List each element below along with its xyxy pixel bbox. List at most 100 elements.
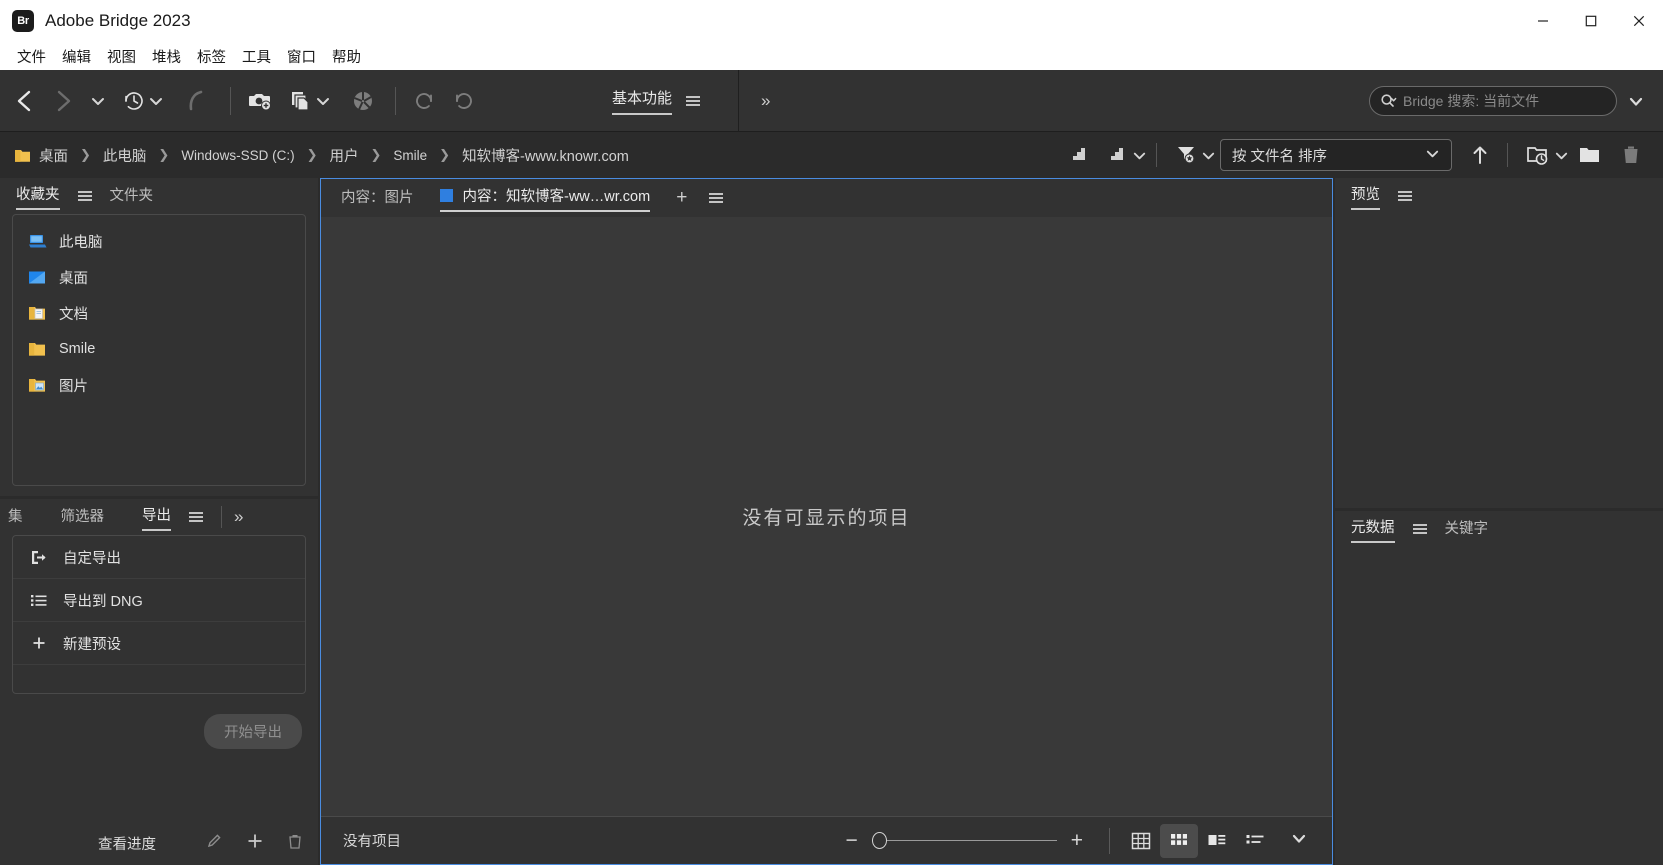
camera-raw-button[interactable] bbox=[339, 70, 383, 132]
breadcrumb-separator: ❯ bbox=[370, 147, 382, 162]
search-options-chevron-icon[interactable] bbox=[1627, 92, 1645, 110]
menu-stacks[interactable]: 堆栈 bbox=[145, 43, 188, 70]
new-folder-button[interactable] bbox=[1569, 135, 1611, 175]
breadcrumb-folder-icon bbox=[14, 148, 31, 163]
recent-folders-button[interactable] bbox=[1517, 135, 1554, 175]
get-photos-from-camera-button[interactable] bbox=[239, 70, 281, 132]
content-tab-label: 内容：图片 bbox=[341, 189, 414, 206]
breadcrumb-item-3[interactable]: 用户 bbox=[329, 145, 358, 166]
sidebar-item-documents[interactable]: 文档 bbox=[13, 295, 305, 331]
tab-favorites[interactable]: 收藏夹 bbox=[16, 183, 60, 210]
toolbar-separator-1 bbox=[230, 86, 231, 115]
recent-folder-chevron-icon[interactable] bbox=[1554, 148, 1569, 163]
empty-state-message: 没有可显示的项目 bbox=[742, 508, 911, 529]
rating-filter-button[interactable] bbox=[1059, 135, 1099, 175]
export-row-new-preset[interactable]: 新建预设 bbox=[13, 622, 305, 665]
export-footer: 开始导出 bbox=[0, 704, 318, 749]
batch-rename-button[interactable] bbox=[281, 70, 315, 132]
export-overflow-button[interactable]: » bbox=[234, 507, 244, 527]
batch-dropdown-button[interactable] bbox=[315, 70, 339, 132]
menu-label[interactable]: 标签 bbox=[190, 43, 233, 70]
active-tab-marker bbox=[439, 188, 453, 202]
rating-dropdown-chevron-icon[interactable] bbox=[1132, 148, 1147, 163]
zoom-out-button[interactable]: − bbox=[831, 830, 871, 851]
menu-file[interactable]: 文件 bbox=[10, 43, 53, 70]
close-button[interactable] bbox=[1615, 0, 1663, 42]
breadcrumb-item-1[interactable]: 此电脑 bbox=[103, 145, 147, 166]
favorites-menu-icon[interactable] bbox=[77, 191, 92, 201]
tab-folders[interactable]: 文件夹 bbox=[110, 184, 154, 209]
navigation-dropdown-button[interactable] bbox=[82, 70, 114, 132]
rotate-clockwise-button[interactable] bbox=[444, 70, 484, 132]
view-options-button[interactable] bbox=[1274, 829, 1318, 852]
preview-menu-icon[interactable] bbox=[1398, 191, 1412, 201]
sidebar-item-smile[interactable]: Smile bbox=[13, 331, 305, 367]
workspace-overflow-button[interactable]: » bbox=[739, 91, 791, 111]
history-dropdown-button[interactable] bbox=[148, 70, 172, 132]
add-content-tab-button[interactable]: + bbox=[676, 187, 687, 209]
list-view-button[interactable] bbox=[1236, 824, 1274, 858]
tab-metadata[interactable]: 元数据 bbox=[1351, 516, 1395, 543]
content-tab-zhiruan[interactable]: 内容：知软博客-ww…wr.com bbox=[439, 185, 651, 212]
minimize-button[interactable] bbox=[1519, 0, 1567, 42]
slider-thumb[interactable] bbox=[871, 832, 887, 849]
recent-history-button[interactable] bbox=[114, 70, 148, 132]
lock-thumbnail-grid-button[interactable] bbox=[1122, 824, 1160, 858]
menu-view[interactable]: 视图 bbox=[100, 43, 143, 70]
forward-button[interactable] bbox=[44, 70, 82, 132]
add-preset-icon[interactable] bbox=[246, 832, 264, 855]
workspace-menu-icon[interactable] bbox=[686, 96, 701, 106]
tab-collections[interactable]: 集 bbox=[8, 505, 23, 530]
filter-chevron-icon[interactable] bbox=[1201, 148, 1216, 163]
get-photos-camera-icon bbox=[249, 93, 271, 110]
sidebar-item-label: 桌面 bbox=[59, 270, 88, 287]
menu-help[interactable]: 帮助 bbox=[325, 43, 368, 70]
go-up-button[interactable] bbox=[1462, 135, 1498, 175]
menu-edit[interactable]: 编辑 bbox=[55, 43, 98, 70]
menu-window[interactable]: 窗口 bbox=[280, 43, 323, 70]
content-tab-pictures[interactable]: 内容：图片 bbox=[341, 186, 414, 211]
tab-keywords[interactable]: 关键字 bbox=[1445, 517, 1489, 542]
user-folder-icon bbox=[27, 340, 47, 358]
content-thumbnail-area[interactable]: 没有可显示的项目 bbox=[321, 217, 1332, 816]
search-zone: Bridge 搜索: 当前文件 bbox=[1369, 70, 1645, 132]
search-input[interactable]: Bridge 搜索: 当前文件 bbox=[1369, 86, 1617, 116]
sidebar-item-desktop[interactable]: 桌面 bbox=[13, 259, 305, 295]
details-view-button[interactable] bbox=[1198, 824, 1236, 858]
sort-dropdown[interactable]: 按 文件名 排序 bbox=[1220, 139, 1452, 171]
tab-export[interactable]: 导出 bbox=[142, 504, 171, 531]
maximize-button[interactable] bbox=[1567, 0, 1615, 42]
rating-filter-menu-button[interactable] bbox=[1099, 135, 1132, 175]
menu-tools[interactable]: 工具 bbox=[235, 43, 278, 70]
filter-button[interactable] bbox=[1166, 135, 1201, 175]
breadcrumb-separator: ❯ bbox=[158, 147, 170, 162]
start-export-button[interactable]: 开始导出 bbox=[204, 714, 302, 749]
export-menu-icon[interactable] bbox=[189, 512, 203, 522]
grid-view-button[interactable] bbox=[1160, 823, 1198, 858]
zoom-in-button[interactable]: + bbox=[1057, 830, 1097, 851]
edit-preset-icon[interactable] bbox=[206, 832, 224, 855]
sidebar-item-this-pc[interactable]: 此电脑 bbox=[13, 223, 305, 259]
metadata-menu-icon[interactable] bbox=[1412, 524, 1427, 534]
rotate-counterclockwise-button[interactable] bbox=[404, 70, 444, 132]
list-view-icon bbox=[1246, 834, 1264, 843]
delete-button[interactable] bbox=[1611, 135, 1651, 175]
export-row-dng[interactable]: 导出到 DNG bbox=[13, 579, 305, 622]
back-button[interactable] bbox=[0, 70, 44, 132]
breadcrumb-item-2[interactable]: Windows-SSD (C:) bbox=[181, 148, 294, 163]
adobe-bridge-window: Br Adobe Bridge 2023 文件 编辑 视图 堆栈 标签 工具 窗… bbox=[0, 0, 1663, 865]
breadcrumb-item-0[interactable]: 桌面 bbox=[39, 145, 68, 166]
window-controls bbox=[1519, 0, 1663, 42]
refine-button[interactable] bbox=[172, 70, 216, 132]
tab-filter[interactable]: 筛选器 bbox=[61, 505, 105, 530]
sidebar-item-pictures[interactable]: 图片 bbox=[13, 367, 305, 403]
workspace-tab-essentials[interactable]: 基本功能 bbox=[610, 87, 702, 115]
breadcrumb-item-5[interactable]: 知软博客-www.knowr.com bbox=[462, 145, 629, 166]
view-progress-label[interactable]: 查看进度 bbox=[98, 833, 156, 854]
tab-preview[interactable]: 预览 bbox=[1351, 183, 1380, 210]
delete-preset-icon[interactable] bbox=[286, 832, 304, 855]
breadcrumb-item-4[interactable]: Smile bbox=[393, 148, 427, 163]
content-menu-icon[interactable] bbox=[709, 193, 724, 203]
thumbnail-size-slider[interactable] bbox=[871, 832, 1057, 850]
export-row-custom[interactable]: 自定导出 bbox=[13, 536, 305, 579]
